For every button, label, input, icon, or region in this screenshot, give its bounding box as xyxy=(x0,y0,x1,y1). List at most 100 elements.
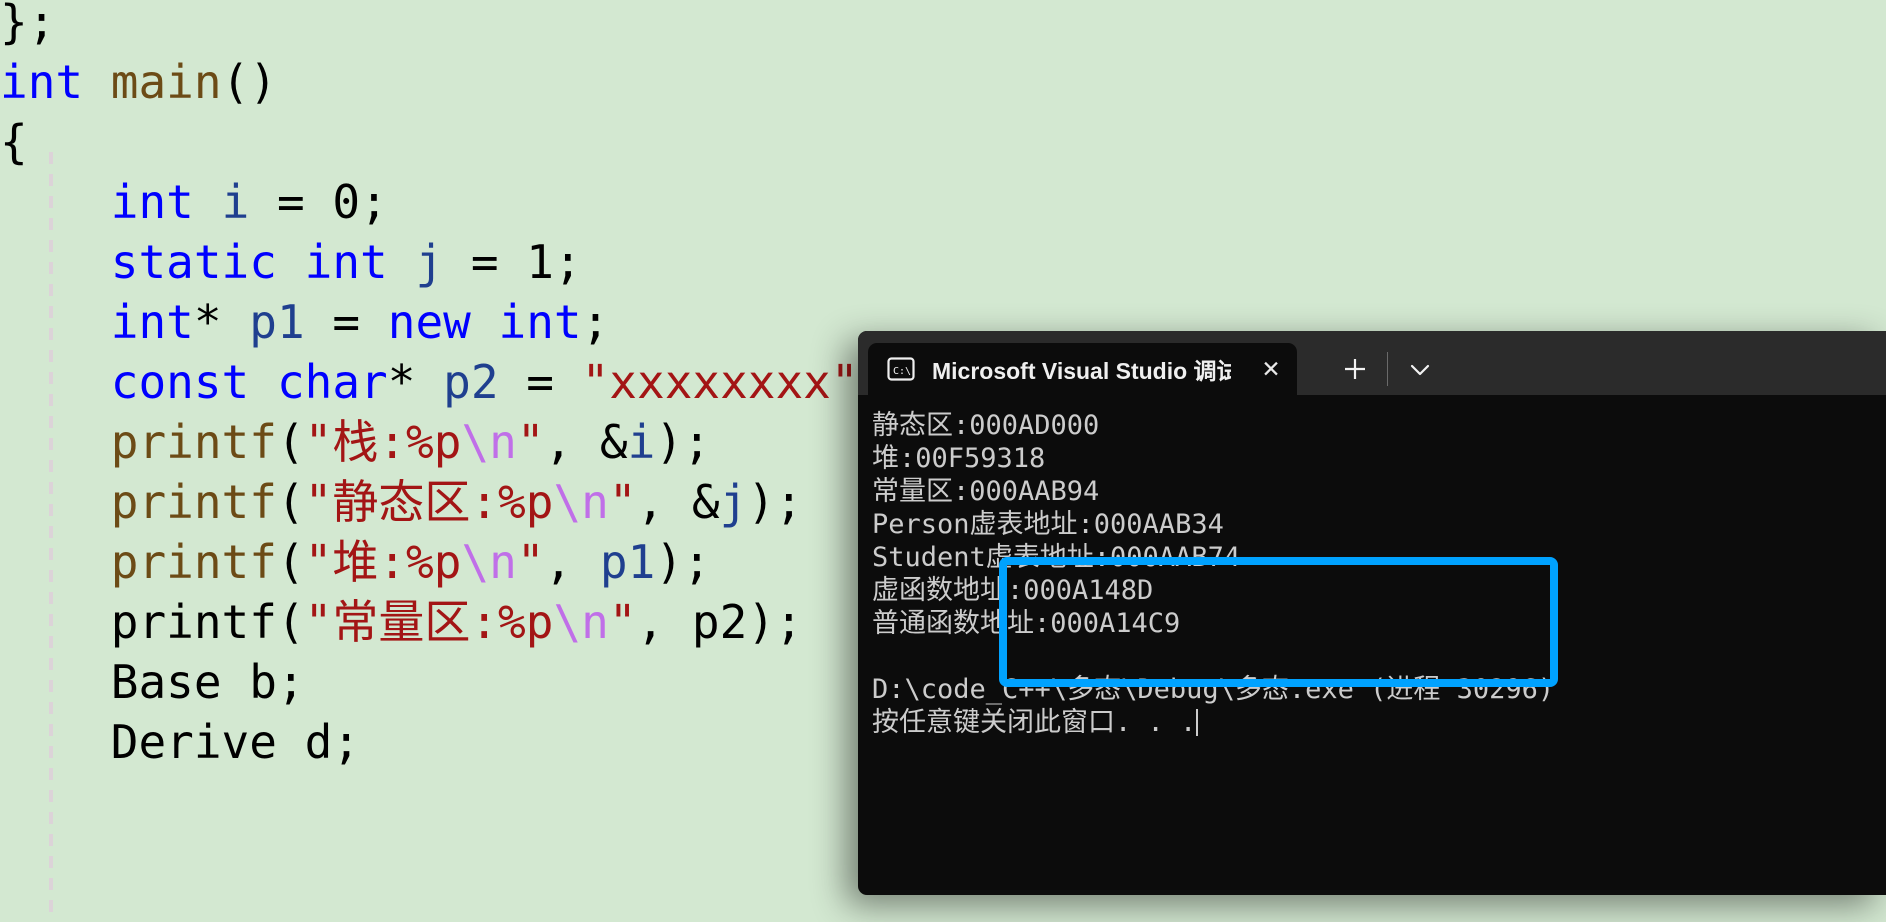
code-token: int xyxy=(110,295,194,349)
code-token: "堆:%p xyxy=(304,535,462,589)
code-token: " xyxy=(516,415,545,469)
code-token: () xyxy=(221,55,277,109)
code-token: 1 xyxy=(526,235,554,289)
code-token: ); xyxy=(747,475,803,529)
svg-text:C:\: C:\ xyxy=(893,366,911,377)
console-line: D:\code_C++\多态\Debug\多态.exe (进程 30296) xyxy=(872,674,1555,705)
code-token: , xyxy=(636,595,692,649)
code-token: }; xyxy=(0,0,56,49)
terminal-window[interactable]: C:\ Microsoft Visual Studio 调试控 ✕ 静态区:00… xyxy=(858,331,1886,895)
code-token: \n xyxy=(461,535,517,589)
plus-icon xyxy=(1345,359,1365,379)
code-token: "静态区:%p xyxy=(304,475,554,529)
code-token: p1 xyxy=(249,295,305,349)
terminal-tab-title: Microsoft Visual Studio 调试控 xyxy=(932,358,1231,384)
code-token: ( xyxy=(276,595,305,649)
code-token: p2 xyxy=(443,355,499,409)
code-token: 0 xyxy=(332,175,361,229)
code-token: * xyxy=(387,355,444,409)
code-token: printf xyxy=(110,475,277,529)
code-token: { xyxy=(0,115,28,169)
console-line: 静态区:000AD000 xyxy=(872,410,1100,441)
code-line: printf("静态区:%p\n", &j); xyxy=(0,472,886,532)
code-line: int i = 0; xyxy=(0,172,886,232)
code-token: " xyxy=(516,535,545,589)
code-token: p2 xyxy=(691,595,748,649)
code-token: printf xyxy=(110,595,277,649)
code-token: \n xyxy=(553,475,609,529)
code-token: \n xyxy=(553,595,609,649)
code-token: "常量区:%p xyxy=(304,595,554,649)
code-line: printf("栈:%p\n", &i); xyxy=(0,412,886,472)
close-icon[interactable]: ✕ xyxy=(1251,349,1291,389)
code-token: printf xyxy=(110,535,277,589)
code-token: j xyxy=(415,235,444,289)
code-text[interactable]: }; int main(){ int i = 0; static int j = … xyxy=(0,0,886,772)
code-token: ( xyxy=(276,415,305,469)
code-token: int xyxy=(0,55,111,109)
code-line: const char* p2 = "xxxxxxxx"; xyxy=(0,352,886,412)
terminal-tab[interactable]: C:\ Microsoft Visual Studio 调试控 ✕ xyxy=(868,343,1297,395)
console-line: 常量区:000AAB94 xyxy=(872,476,1100,507)
code-line: }; xyxy=(0,0,886,52)
code-token: " xyxy=(608,475,637,529)
code-token: const char xyxy=(110,355,388,409)
code-token: i xyxy=(221,175,250,229)
code-token: = xyxy=(304,295,388,349)
console-line: 堆:00F59318 xyxy=(872,443,1046,474)
code-token: new int xyxy=(387,295,582,349)
text-caret xyxy=(1196,709,1199,736)
code-line: static int j = 1; xyxy=(0,232,886,292)
code-line: int main() xyxy=(0,52,886,112)
code-token: "栈:%p xyxy=(304,415,462,469)
code-token: , xyxy=(544,535,600,589)
code-token: Base b; xyxy=(110,655,305,709)
chevron-down-icon xyxy=(1410,364,1430,376)
console-line: 按任意键关闭此窗口. . . xyxy=(872,707,1199,738)
code-token: ( xyxy=(276,475,305,529)
code-token: \n xyxy=(461,415,517,469)
code-token: int xyxy=(110,175,194,229)
code-token: , & xyxy=(636,475,720,529)
terminal-tab-bar[interactable]: C:\ Microsoft Visual Studio 调试控 ✕ xyxy=(858,331,1886,395)
tab-separator xyxy=(1387,352,1388,386)
code-token: ); xyxy=(655,535,711,589)
code-token: j xyxy=(719,475,748,529)
console-line: 普通函数地址:000A14C9 xyxy=(872,608,1181,639)
code-token: " xyxy=(608,595,637,649)
code-token: i xyxy=(627,415,656,469)
code-token: ); xyxy=(655,415,711,469)
code-token: ; xyxy=(553,235,582,289)
code-token: * xyxy=(193,295,250,349)
code-token: , & xyxy=(544,415,628,469)
code-token: main xyxy=(110,55,222,109)
code-line: int* p1 = new int; xyxy=(0,292,886,352)
code-line: Derive d; xyxy=(0,712,886,772)
code-token: ; xyxy=(360,175,388,229)
code-token: ( xyxy=(276,535,305,589)
console-line: Person虚表地址:000AAB34 xyxy=(872,509,1224,540)
code-token: p1 xyxy=(599,535,656,589)
new-tab-button[interactable] xyxy=(1327,343,1383,395)
tab-dropdown-button[interactable] xyxy=(1392,343,1448,395)
code-line: printf("常量区:%p\n", p2); xyxy=(0,592,886,652)
code-line: { xyxy=(0,112,886,172)
code-token: = xyxy=(498,355,582,409)
code-line: printf("堆:%p\n", p1); xyxy=(0,532,886,592)
console-line: Student虚表地址:000AAB74 xyxy=(872,542,1241,573)
code-token: ); xyxy=(747,595,803,649)
console-output[interactable]: 静态区:000AD000 堆:00F59318 常量区:000AAB94 Person… xyxy=(858,395,1886,739)
code-token: "xxxxxxxx" xyxy=(581,355,859,409)
